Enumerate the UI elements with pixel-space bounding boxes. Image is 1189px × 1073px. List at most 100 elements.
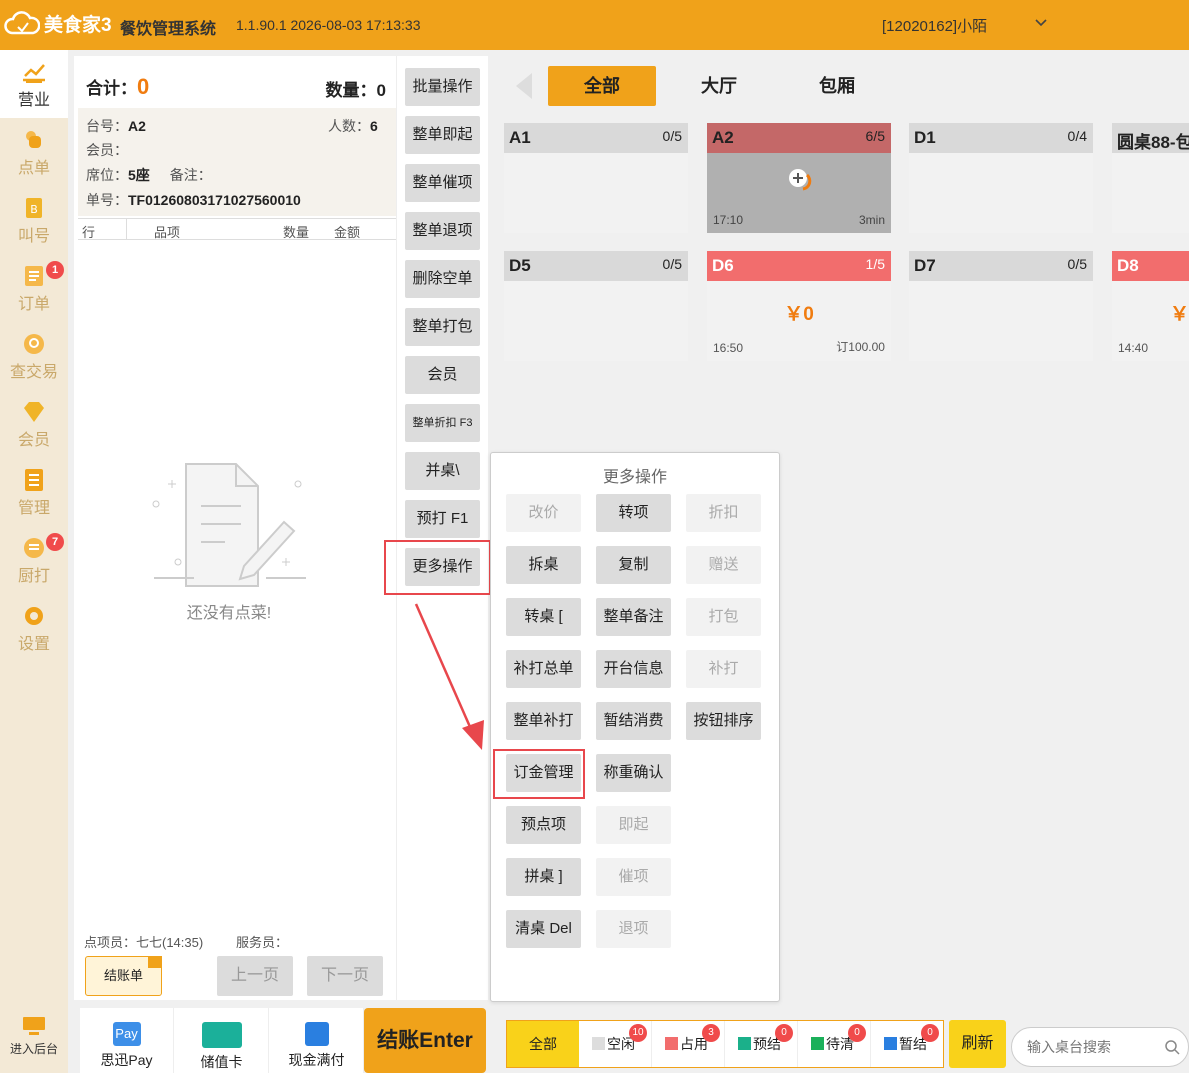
op-discount[interactable]: 折扣 xyxy=(686,494,761,532)
nav-item-business[interactable]: 营业 xyxy=(0,50,68,118)
table-search-input[interactable] xyxy=(1011,1027,1189,1067)
col-item: 品项 xyxy=(154,225,181,240)
table-card[interactable]: A2 6/5 17:10 3min xyxy=(707,123,891,233)
table-no-value: A2 xyxy=(128,118,146,134)
search-icon[interactable] xyxy=(1164,1039,1180,1055)
table-open-time: 16:50 xyxy=(713,341,744,355)
table-capacity: 1/5 xyxy=(865,256,885,272)
nav-item-transactions[interactable]: 查交易 xyxy=(0,322,68,390)
order-no-value: TF01260803171027560010 xyxy=(128,192,301,208)
table-card[interactable]: D5 0/5 xyxy=(504,251,688,361)
nav-item-orders[interactable]: 订单 1 xyxy=(0,254,68,322)
table-card[interactable]: A1 0/5 xyxy=(504,123,688,233)
filter-to-clean[interactable]: 待清 0 xyxy=(798,1021,871,1067)
op-rush[interactable]: 即起 xyxy=(596,806,671,844)
total-label: 合计： xyxy=(86,79,137,98)
pay-method-card[interactable]: 储值卡 xyxy=(175,1008,269,1073)
nav-label: 厨打 xyxy=(17,568,50,585)
urge-all-button[interactable]: 整单催项 xyxy=(405,164,480,202)
filter-presettle[interactable]: 预结 0 xyxy=(725,1021,798,1067)
op-split-table[interactable]: 拆桌 xyxy=(506,546,581,584)
pay-method-cash[interactable]: 现金满付 xyxy=(270,1008,364,1073)
back-arrow-icon[interactable] xyxy=(516,73,532,99)
highlight-box xyxy=(493,749,585,799)
pack-all-button[interactable]: 整单打包 xyxy=(405,308,480,346)
op-open-info[interactable]: 开台信息 xyxy=(596,650,671,688)
discount-all-button[interactable]: 整单折扣 F3 xyxy=(405,404,480,442)
table-capacity: 0/5 xyxy=(662,256,682,272)
op-reprint-total[interactable]: 补打总单 xyxy=(506,650,581,688)
cloud-logo-icon xyxy=(4,10,40,34)
table-card[interactable]: 圆桌88-包 xyxy=(1112,123,1189,233)
table-no-label: 台号： xyxy=(86,118,128,134)
member-button[interactable]: 会员 xyxy=(405,356,480,394)
order-no-label: 单号： xyxy=(86,192,128,208)
op-transfer-item[interactable]: 转项 xyxy=(596,494,671,532)
op-pack[interactable]: 打包 xyxy=(686,598,761,636)
nav-label: 设置 xyxy=(17,636,50,653)
filter-all[interactable]: 全部 xyxy=(507,1021,579,1067)
nav-item-call[interactable]: B 叫号 xyxy=(0,186,68,254)
tab-room[interactable]: 包厢 xyxy=(783,66,891,106)
op-reprint[interactable]: 补打 xyxy=(686,650,761,688)
backend-link[interactable]: 进入后台 xyxy=(0,1015,68,1057)
pay-icon: Pay xyxy=(112,1022,141,1046)
nav-item-order[interactable]: 点单 xyxy=(0,118,68,186)
user-name[interactable]: [12020162]小陌 xyxy=(882,15,987,36)
top-bar: 美食家3 餐饮管理系统 1.1.90.1 2026-08-03 17:13:33… xyxy=(0,0,1189,50)
occupied-swatch xyxy=(665,1037,678,1050)
note-label: 备注： xyxy=(169,167,212,183)
delete-empty-button[interactable]: 删除空单 xyxy=(405,260,480,298)
op-clear-table[interactable]: 清桌 Del xyxy=(506,910,581,948)
op-sort-buttons[interactable]: 按钮排序 xyxy=(686,702,761,740)
op-return[interactable]: 退项 xyxy=(596,910,671,948)
tab-hall[interactable]: 大厅 xyxy=(665,66,773,106)
filter-temp-settled[interactable]: 暂结 0 xyxy=(871,1021,944,1067)
table-card[interactable]: D1 0/4 xyxy=(909,123,1093,233)
nav-item-kitchen[interactable]: 厨打 7 xyxy=(0,526,68,594)
op-order-note[interactable]: 整单备注 xyxy=(596,598,671,636)
card-icon xyxy=(201,1022,242,1048)
op-urge[interactable]: 催项 xyxy=(596,858,671,896)
next-page-button[interactable]: 下一页 xyxy=(307,956,383,996)
op-reprint-all[interactable]: 整单补打 xyxy=(506,702,581,740)
pay-method-pay[interactable]: Pay 思迅Pay xyxy=(80,1008,174,1073)
checkout-button[interactable]: 结账Enter xyxy=(364,1008,486,1073)
filter-free[interactable]: 空闲 10 xyxy=(579,1021,652,1067)
table-card[interactable]: D6 1/5 ￥0 16:50 订100.00 xyxy=(707,251,891,361)
version-text: 1.1.90.1 2026-08-03 17:13:33 xyxy=(236,17,421,33)
preprint-button[interactable]: 预打 F1 xyxy=(405,500,480,538)
op-gift[interactable]: 赠送 xyxy=(686,546,761,584)
bill-button[interactable]: 结账单 xyxy=(85,956,162,996)
nav-item-manage[interactable]: 管理 xyxy=(0,458,68,526)
payment-bar: Pay 思迅Pay 储值卡 现金满付 xyxy=(80,1008,364,1073)
merge-table-button[interactable]: 并桌\ xyxy=(405,452,480,490)
return-all-button[interactable]: 整单退项 xyxy=(405,212,480,250)
op-pre-order[interactable]: 预点项 xyxy=(506,806,581,844)
nav-label: 管理 xyxy=(17,500,50,517)
op-weigh-confirm[interactable]: 称重确认 xyxy=(596,754,671,792)
tab-all[interactable]: 全部 xyxy=(548,66,656,106)
col-row: 行 xyxy=(82,225,96,240)
annotation-arrow-icon xyxy=(414,603,484,750)
nav-item-settings[interactable]: 设置 xyxy=(0,594,68,662)
order-panel: 合计：0 数量：0 台号：A2 人数：6 会员： 席位：5座 备注： 单号：TF0… xyxy=(74,56,396,1000)
table-capacity: 0/4 xyxy=(1067,128,1087,144)
pay-label: 思迅Pay xyxy=(100,1052,153,1068)
table-card[interactable]: D7 0/5 xyxy=(909,251,1093,361)
table-card[interactable]: D8 ￥ 14:40 xyxy=(1112,251,1189,361)
refresh-button[interactable]: 刷新 xyxy=(949,1020,1006,1068)
op-copy[interactable]: 复制 xyxy=(596,546,671,584)
batch-op-button[interactable]: 批量操作 xyxy=(405,68,480,106)
chevron-down-icon[interactable] xyxy=(1034,16,1048,30)
nav-item-member[interactable]: 会员 xyxy=(0,390,68,458)
op-temp-settle[interactable]: 暂结消费 xyxy=(596,702,671,740)
op-transfer-table[interactable]: 转桌 [ xyxy=(506,598,581,636)
monitor-icon xyxy=(23,1017,45,1035)
prev-page-button[interactable]: 上一页 xyxy=(217,956,293,996)
backend-label: 进入后台 xyxy=(9,1042,58,1056)
filter-occupied[interactable]: 占用 3 xyxy=(652,1021,725,1067)
rush-all-button[interactable]: 整单即起 xyxy=(405,116,480,154)
op-join-table[interactable]: 拼桌 ] xyxy=(506,858,581,896)
op-change-price[interactable]: 改价 xyxy=(506,494,581,532)
